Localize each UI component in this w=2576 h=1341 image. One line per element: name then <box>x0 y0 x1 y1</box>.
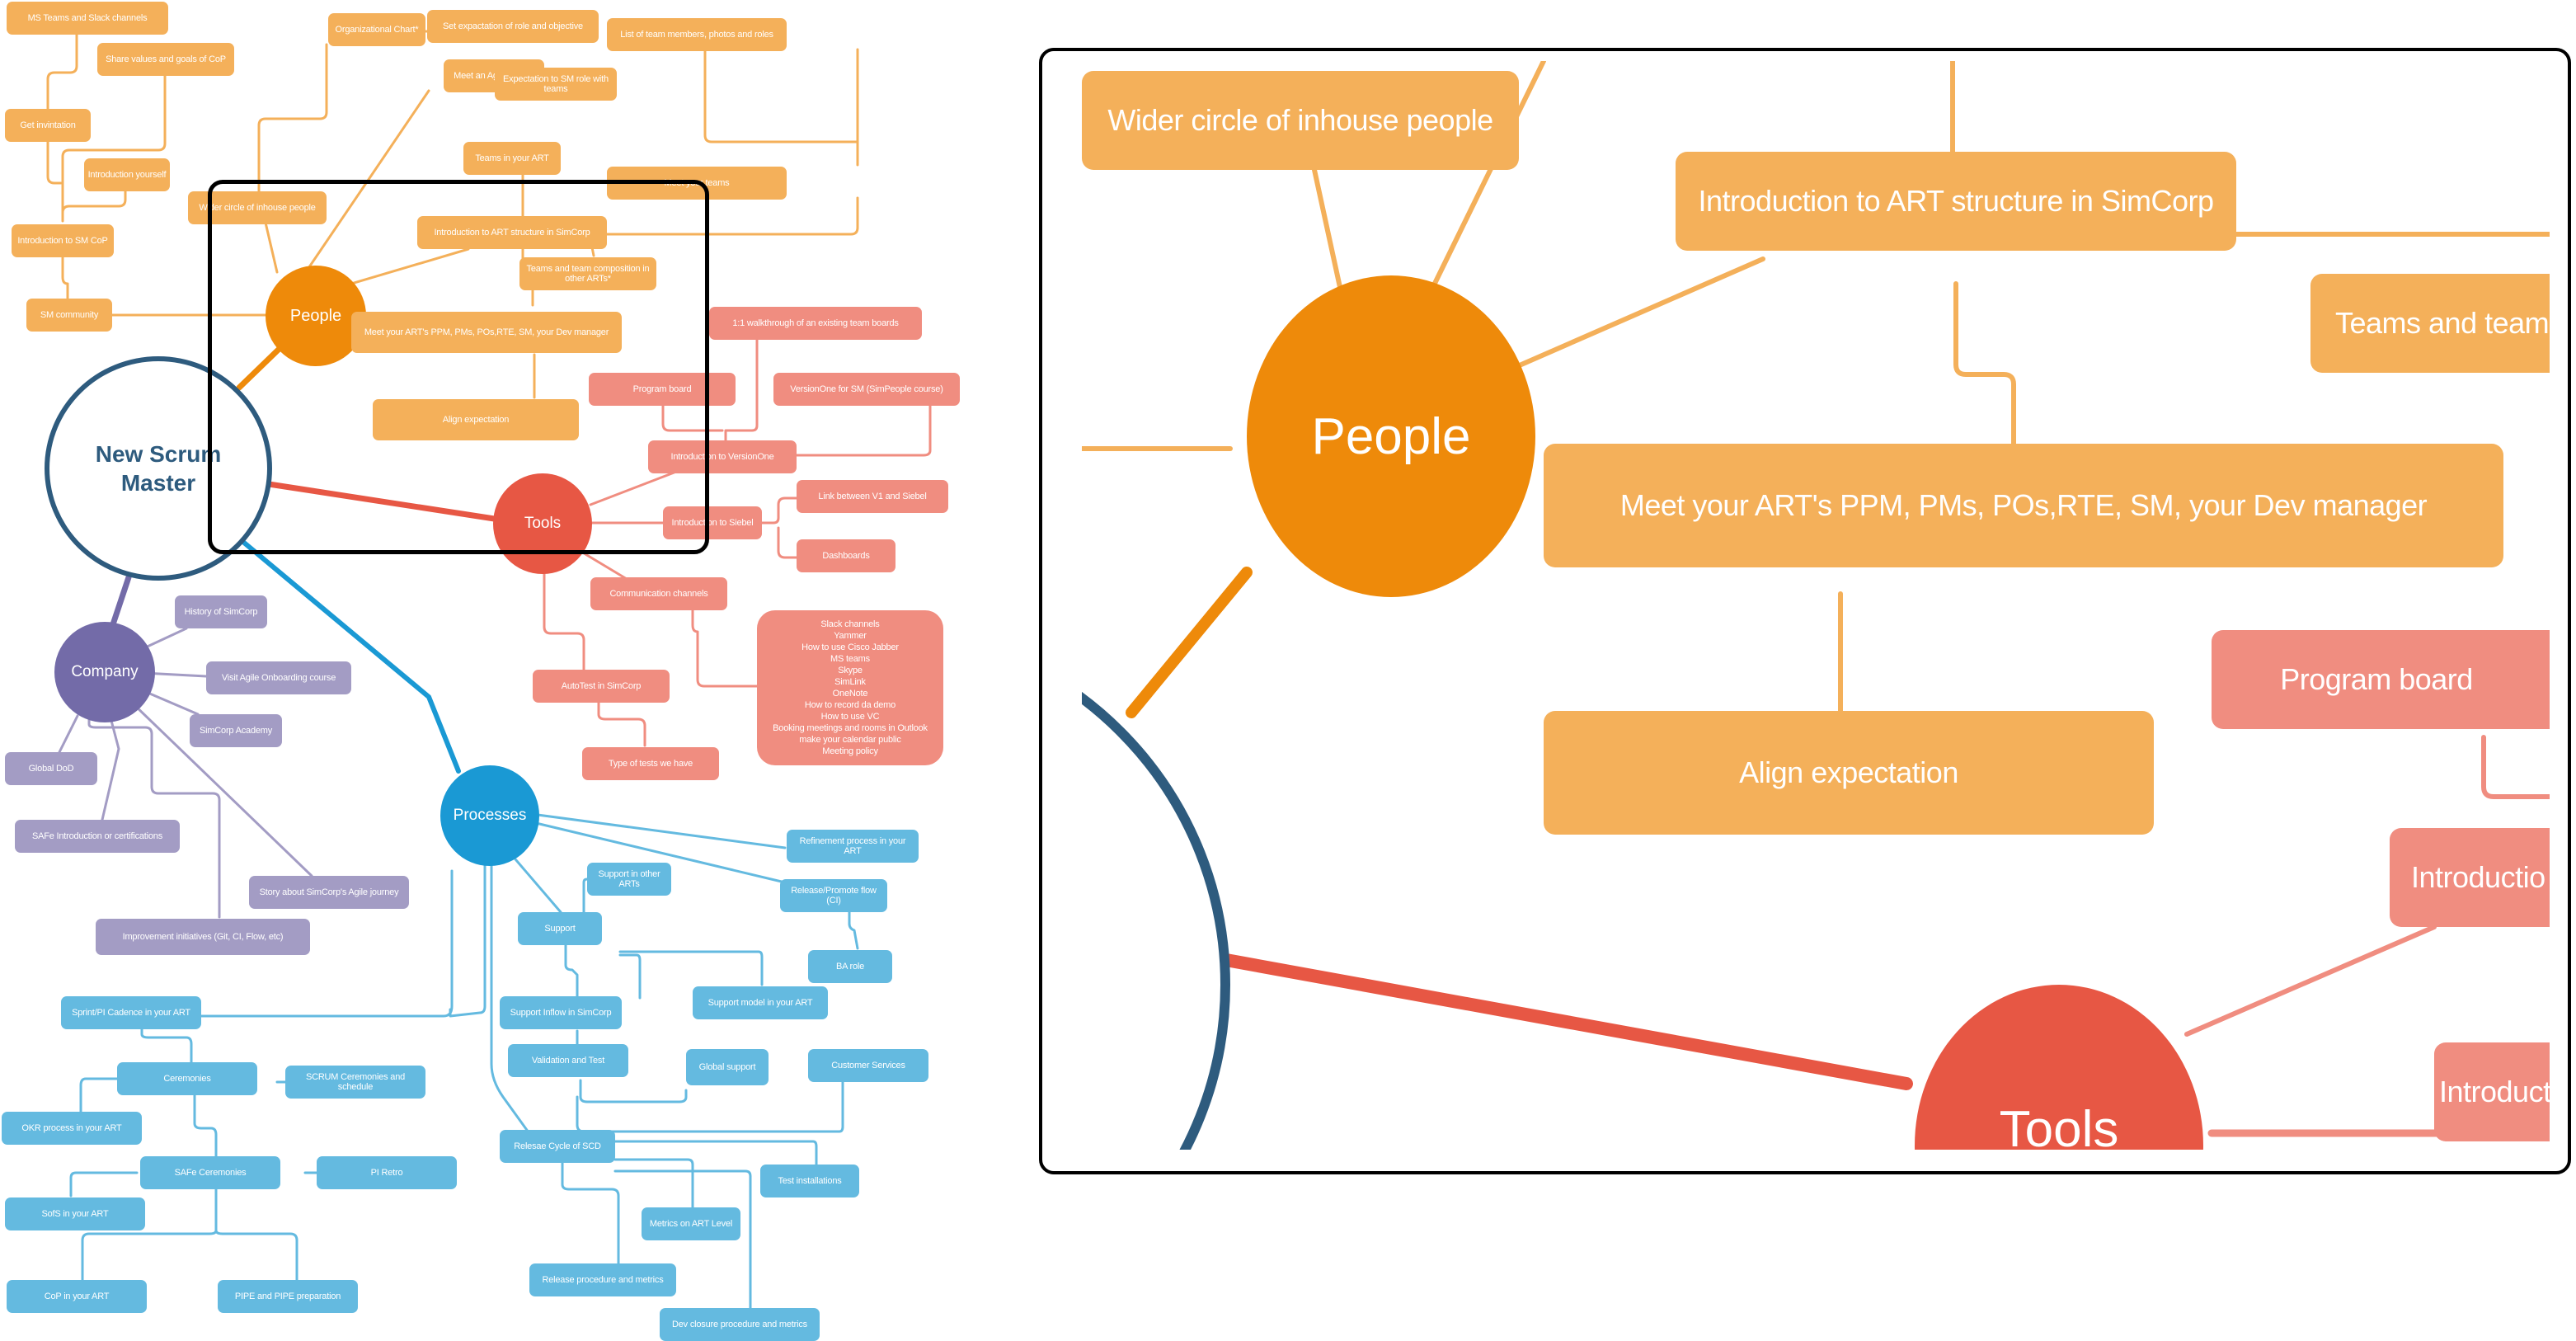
node-teams-other-arts[interactable]: Teams and team composition in other ARTs… <box>519 257 656 290</box>
node-release-promote[interactable]: Release/Promote flow (CI) <box>780 879 887 912</box>
channel-item: OneNote <box>832 689 868 699</box>
node-teams-in-art[interactable]: Teams in your ART <box>463 142 561 175</box>
node-pi-retro[interactable]: PI Retro <box>317 1156 457 1189</box>
inset-hub-people[interactable]: People <box>1247 275 1535 597</box>
channel-item: How to use Cisco Jabber <box>801 642 899 652</box>
node-wider-circle[interactable]: Wider circle of inhouse people <box>188 191 327 224</box>
channel-item: Meeting policy <box>822 746 878 756</box>
node-test-installations[interactable]: Test installations <box>760 1165 859 1197</box>
node-visit-onboarding[interactable]: Visit Agile Onboarding course <box>206 661 351 694</box>
hub-processes[interactable]: Processes <box>440 765 539 866</box>
node-sofs[interactable]: SofS in your ART <box>5 1197 145 1230</box>
node-metrics-art[interactable]: Metrics on ART Level <box>642 1207 740 1240</box>
magnified-inset-panel: Wider circle of inhouse people Introduct… <box>1039 48 2571 1174</box>
root-node-new-scrum-master[interactable]: New Scrum Master <box>45 356 272 581</box>
channel-item: SimLink <box>834 677 866 687</box>
node-introduction-yourself[interactable]: Introduction yourself <box>84 158 170 191</box>
inset-node-intro-siebel-partial[interactable]: Introductio <box>2434 1042 2550 1141</box>
inset-viewport: Wider circle of inhouse people Introduct… <box>1082 61 2550 1150</box>
node-support-inflow[interactable]: Support Inflow in SimCorp <box>500 996 622 1029</box>
node-intro-siebel[interactable]: Introduction to Siebel <box>663 506 762 539</box>
node-link-v1-siebel[interactable]: Link between V1 and Siebel <box>797 480 948 513</box>
node-get-invitation[interactable]: Get invintation <box>5 109 91 142</box>
node-program-board[interactable]: Program board <box>589 373 736 406</box>
node-ba-role[interactable]: BA role <box>808 950 892 983</box>
node-meet-art-ppm[interactable]: Meet your ART's PPM, PMs, POs,RTE, SM, y… <box>351 312 622 353</box>
node-align-expectation[interactable]: Align expectation <box>373 399 579 440</box>
node-ceremonies[interactable]: Ceremonies <box>117 1062 257 1095</box>
inset-node-teams-other-arts[interactable]: Teams and team <box>2310 274 2550 373</box>
node-refinement-process[interactable]: Refinement process in your ART <box>787 830 919 863</box>
node-set-expectation[interactable]: Set expactation of role and objective <box>427 10 599 43</box>
inset-link-wider-circle <box>1312 167 1345 301</box>
node-pipe-prep[interactable]: PIPE and PIPE preparation <box>218 1280 358 1313</box>
hub-tools[interactable]: Tools <box>493 473 592 574</box>
channel-item: Slack channels <box>820 619 880 629</box>
node-support[interactable]: Support <box>518 912 602 945</box>
node-type-of-tests[interactable]: Type of tests we have <box>582 747 719 780</box>
inset-link-tools-intro1 <box>2184 925 2437 1037</box>
inset-link-root-people <box>1126 567 1253 718</box>
inset-node-meet-art-ppm[interactable]: Meet your ART's PPM, PMs, POs,RTE, SM, y… <box>1544 444 2503 567</box>
node-safe-intro[interactable]: SAFe Introduction or certifications <box>15 820 180 853</box>
node-share-values[interactable]: Share values and goals of CoP <box>97 43 234 76</box>
node-autotest[interactable]: AutoTest in SimCorp <box>533 670 670 703</box>
node-ms-teams-slack[interactable]: MS Teams and Slack channels <box>7 2 168 35</box>
node-story-agile-journey[interactable]: Story about SimCorp's Agile journey <box>249 876 409 909</box>
channels-list: Slack channels Yammer How to use Cisco Jab… <box>773 619 928 757</box>
mind-map: New Scrum Master People Tools Company Pr… <box>0 0 973 1341</box>
channel-item: How to record da demo <box>804 700 896 710</box>
node-org-chart[interactable]: Organizational Chart* <box>328 13 425 46</box>
node-simcorp-academy[interactable]: SimCorp Academy <box>190 714 282 747</box>
root-label: New Scrum Master <box>95 441 222 496</box>
link-root-company <box>109 574 132 630</box>
node-improvement-initiatives[interactable]: Improvement initiatives (Git, CI, Flow, … <box>96 919 310 955</box>
inset-node-align-expectation[interactable]: Align expectation <box>1544 711 2154 835</box>
channel-item: Skype <box>838 666 863 675</box>
node-safe-ceremonies[interactable]: SAFe Ceremonies <box>140 1156 280 1189</box>
inset-node-intro-art-structure[interactable]: Introduction to ART structure in SimCorp <box>1676 152 2236 251</box>
hub-company[interactable]: Company <box>54 622 155 722</box>
node-versionone-sm[interactable]: VersionOne for SM (SimPeople course) <box>773 373 960 406</box>
node-communication-channels[interactable]: Communication channels <box>590 577 727 610</box>
inset-node-program-board[interactable]: Program board <box>2212 630 2550 729</box>
node-support-model[interactable]: Support model in your ART <box>693 986 828 1019</box>
inset-link-root-tools <box>1174 945 1913 1090</box>
node-release-procedure[interactable]: Release procedure and metrics <box>529 1263 676 1296</box>
node-support-other-arts[interactable]: Support in other ARTs <box>587 863 671 896</box>
node-intro-art-structure[interactable]: Introduction to ART structure in SimCorp <box>417 216 607 249</box>
node-expectation-sm-role[interactable]: Expectation to SM role with teams <box>495 68 617 101</box>
node-global-dod[interactable]: Global DoD <box>5 752 97 785</box>
node-channels-list[interactable]: Slack channels Yammer How to use Cisco Jab… <box>757 610 943 765</box>
node-validation-test[interactable]: Validation and Test <box>508 1044 628 1077</box>
node-cop-art[interactable]: CoP in your ART <box>7 1280 147 1313</box>
node-global-support[interactable]: Global support <box>686 1049 769 1085</box>
node-sm-community[interactable]: SM community <box>26 299 112 332</box>
node-customer-services[interactable]: Customer Services <box>808 1049 928 1082</box>
channel-item: How to use VC <box>820 712 880 722</box>
inset-link-art-to-ppm <box>1953 281 2016 456</box>
node-list-team-members[interactable]: List of team members, photos and roles <box>607 18 787 51</box>
node-scrum-ceremonies[interactable]: SCRUM Ceremonies and schedule <box>285 1066 425 1099</box>
node-release-cycle[interactable]: Relesae Cycle of SCD <box>500 1130 615 1163</box>
node-dashboards[interactable]: Dashboards <box>797 539 895 572</box>
inset-node-wider-circle[interactable]: Wider circle of inhouse people <box>1082 71 1519 170</box>
node-meet-your-teams[interactable]: Meet your teams <box>607 167 787 200</box>
node-history-simcorp[interactable]: History of SimCorp <box>175 595 267 628</box>
channel-item: make your calendar public <box>799 735 901 745</box>
node-dev-closure[interactable]: Dev closure procedure and metrics <box>660 1308 820 1341</box>
node-walkthrough-team-boards[interactable]: 1:1 walkthrough of an existing team boar… <box>709 307 922 340</box>
channel-item: Yammer <box>834 631 867 641</box>
node-intro-sm-cop[interactable]: Introduction to SM CoP <box>12 224 114 257</box>
inset-node-intro-versionone-partial[interactable]: Introductio <box>2390 828 2550 927</box>
channel-item: Booking meetings and rooms in Outlook <box>773 723 928 733</box>
node-intro-versionone[interactable]: Introduction to VersionOne <box>648 440 797 473</box>
node-sprint-cadence[interactable]: Sprint/PI Cadence in your ART <box>61 996 201 1029</box>
channel-item: MS teams <box>830 654 870 664</box>
inset-link-program-board <box>2481 735 2550 799</box>
link-root-tools <box>266 481 503 523</box>
node-okr-process[interactable]: OKR process in your ART <box>2 1112 142 1145</box>
